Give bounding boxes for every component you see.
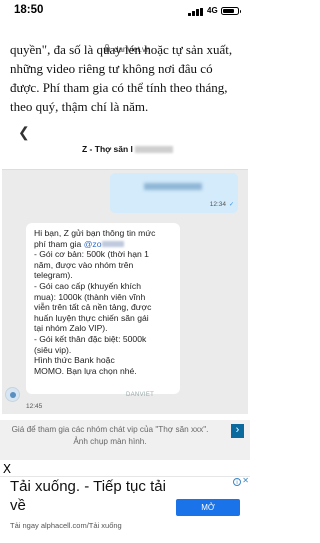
- article-line: những video riêng tư không nơi đâu có: [10, 61, 213, 76]
- back-arrow-icon: ❮: [18, 124, 30, 140]
- avatar-icon: [10, 392, 16, 398]
- incoming-message: Hi bạn, Z gửi bạn thông tin mức phí tham…: [26, 223, 180, 394]
- watermark: DANVIET: [126, 392, 155, 398]
- close-ad-button[interactable]: X: [0, 462, 14, 476]
- blurred-name: [134, 146, 173, 154]
- ad-close-icon[interactable]: ✕: [242, 476, 249, 485]
- battery-icon: [221, 7, 241, 15]
- ad-open-button[interactable]: MỞ: [176, 499, 240, 516]
- article-text: quyền", đa số là quay lén hoặc tự sản xu…: [10, 40, 246, 116]
- ad-title[interactable]: Tải xuống. - Tiếp tục tải về: [10, 477, 170, 515]
- image-caption: Giá để tham gia các nhóm chát vip của "T…: [0, 420, 250, 460]
- blurred-text: [144, 183, 202, 190]
- blurred-text: [101, 241, 124, 248]
- outgoing-message: 12:34 ✓: [110, 173, 238, 213]
- url-bar[interactable]: danviet.vn: [0, 22, 250, 54]
- ad-subtitle[interactable]: Tải ngay alphacell.com/Tải xuống: [10, 521, 122, 530]
- network-type: 4G: [207, 6, 218, 15]
- read-check-icon: ✓: [228, 202, 234, 208]
- close-caption-button[interactable]: ›: [231, 424, 244, 438]
- status-time: 18:50: [14, 4, 44, 16]
- ad-banner[interactable]: Tải xuống. - Tiếp tục tải về Tải ngay al…: [0, 476, 250, 543]
- article-line: được. Phí tham gia có thể tính theo thán…: [10, 80, 228, 95]
- avatar: [5, 387, 20, 402]
- chat-screenshot-image: ❮ Z - Thợ săn l 12:34 ✓ Hi bạn, Z gửi bạ…: [2, 114, 248, 414]
- article-line: quyền", đa số là quay lén hoặc tự sản xu…: [10, 42, 233, 57]
- caption-text: Giá để tham gia các nhóm chát vip của "T…: [11, 425, 209, 446]
- chat-title: Z - Thợ săn l: [82, 144, 173, 154]
- signal-icon: [188, 8, 203, 16]
- ad-info-icon[interactable]: i: [233, 478, 241, 486]
- message-time: 12:34: [209, 201, 226, 208]
- chat-header: ❮ Z - Thợ săn l: [2, 114, 248, 170]
- message-time: 12:45: [26, 403, 43, 410]
- mention: @zo: [83, 238, 102, 249]
- status-bar: 18:50 4G: [0, 0, 250, 22]
- incoming-message-text: Hi bạn, Z gửi bạn thông tin mức phí tham…: [34, 228, 156, 376]
